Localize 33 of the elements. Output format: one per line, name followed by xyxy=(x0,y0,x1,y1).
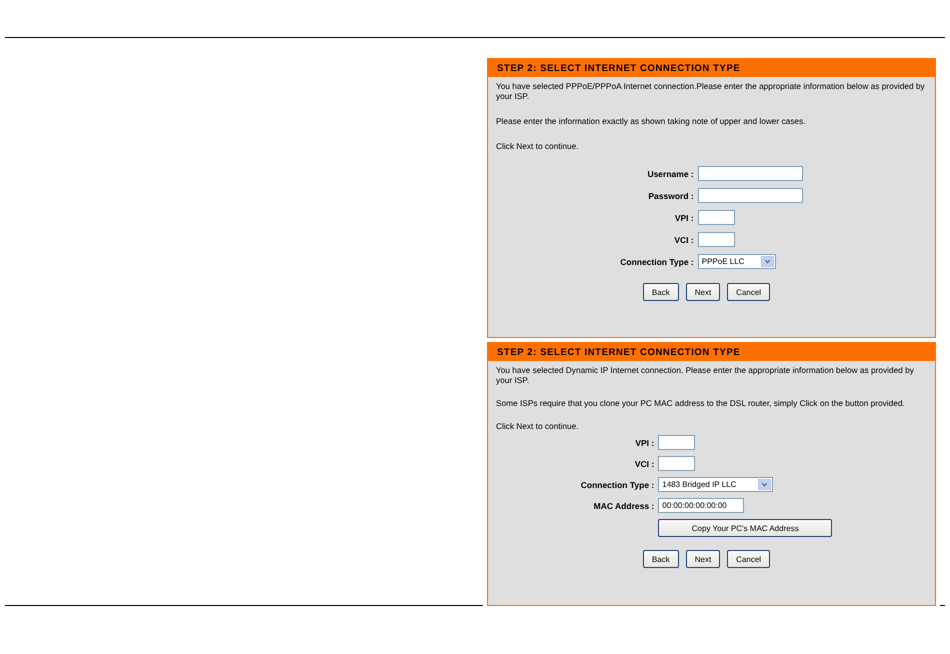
field-label: Password : xyxy=(648,190,694,200)
wizard-button[interactable]: Back xyxy=(642,283,679,301)
field-label: VCI : xyxy=(634,458,654,468)
field-label: Connection Type : xyxy=(620,256,694,266)
field-label: Username : xyxy=(647,168,694,178)
copy-mac-button[interactable]: Copy Your PC's MAC Address xyxy=(658,519,832,537)
instruction-text: Some ISPs require that you clone your PC MAC address to the DSL router, simply Click on the button provided. xyxy=(496,398,906,408)
input-field[interactable] xyxy=(698,210,735,225)
panel-title: STEP 2: SELECT INTERNET CONNECTION TYPE xyxy=(488,59,935,77)
instruction-text: Click Next to continue. xyxy=(496,141,580,151)
instruction-text: You have selected Dynamic IP Internet connection. Please enter the appropriate information below as provided by your ISP. xyxy=(496,365,915,385)
wizard-button[interactable]: Back xyxy=(642,550,679,568)
input-field[interactable] xyxy=(658,456,696,471)
wizard-button[interactable]: Next xyxy=(686,283,720,301)
input-field[interactable] xyxy=(698,232,735,247)
field-label: MAC Address : xyxy=(594,500,654,510)
wizard-button[interactable]: Cancel xyxy=(727,283,770,301)
dropdown[interactable]: 1483 Bridged IP LLC xyxy=(658,477,774,492)
instruction-text: Click Next to continue. xyxy=(496,421,580,431)
field-label: Connection Type : xyxy=(580,480,654,490)
wizard-button[interactable]: Cancel xyxy=(727,550,770,568)
field-label: VPI : xyxy=(674,212,694,222)
input-field[interactable] xyxy=(698,166,803,181)
input-field[interactable]: 00:00:00:00:00:00 xyxy=(658,498,744,513)
input-field[interactable] xyxy=(658,435,696,450)
input-field[interactable] xyxy=(698,188,803,203)
field-label: VCI : xyxy=(674,234,694,244)
field-label: VPI : xyxy=(635,438,654,448)
instruction-text: Please enter the information exactly as shown taking note of upper and lower cases. xyxy=(496,116,806,126)
instruction-text: You have selected PPPoE/PPPoA Internet connection.Please enter the appropriate information below as provided by your ISP. xyxy=(496,81,926,101)
panel-title: STEP 2: SELECT INTERNET CONNECTION TYPE xyxy=(488,343,935,361)
wizard-button[interactable]: Next xyxy=(686,550,720,568)
dropdown[interactable]: PPPoE LLC xyxy=(698,254,776,269)
